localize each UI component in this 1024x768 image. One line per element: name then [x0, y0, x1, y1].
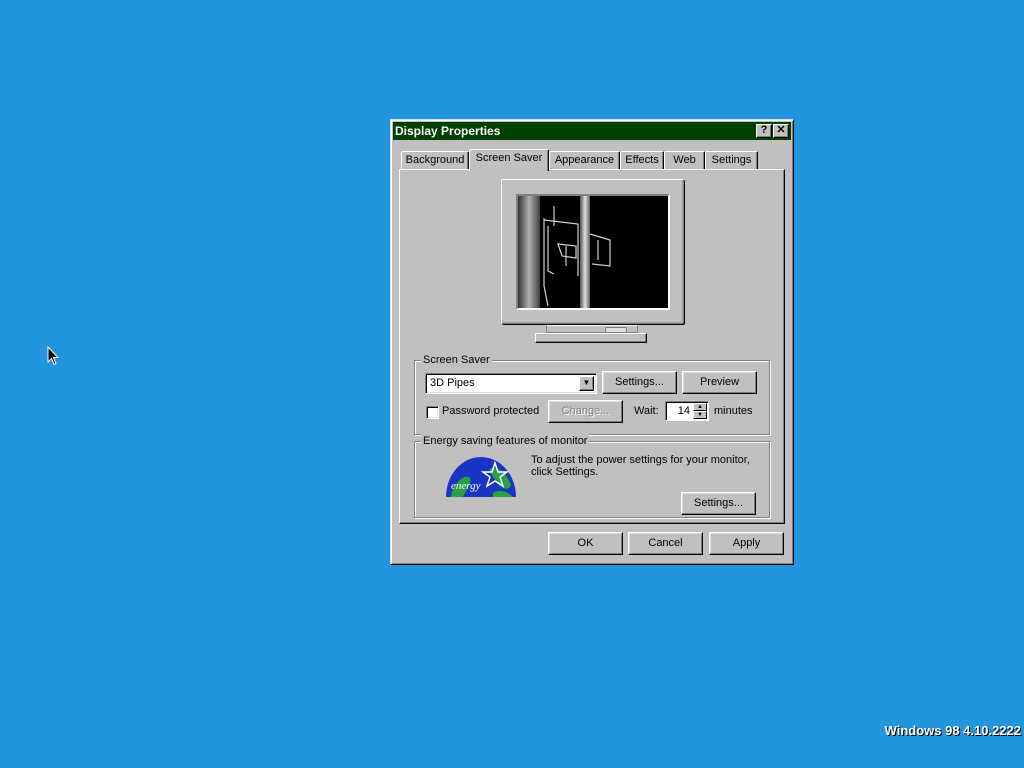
password-protected-label[interactable]: Password protected [442, 405, 539, 417]
change-password-button: Change... [548, 400, 623, 423]
screensaver-select[interactable]: 3D Pipes ▼ [425, 373, 597, 394]
ok-button[interactable]: OK [548, 532, 623, 555]
preview-button[interactable]: Preview [682, 371, 757, 394]
screensaver-preview-screen [516, 194, 670, 310]
tab-effects[interactable]: Effects [620, 151, 664, 169]
screen-saver-panel: Screen Saver 3D Pipes ▼ Settings... Prev… [399, 169, 785, 524]
energy-star-logo: energy [445, 455, 517, 497]
pipes-preview-image [518, 196, 611, 308]
wait-label: Wait: [634, 405, 659, 417]
close-button[interactable]: ✕ [773, 124, 789, 138]
screen-saver-group: Screen Saver 3D Pipes ▼ Settings... Prev… [414, 353, 770, 435]
tab-screen-saver[interactable]: Screen Saver [469, 149, 549, 171]
energy-logo-text: energy [451, 480, 481, 492]
display-properties-window: Display Properties ? ✕ Background Screen… [390, 119, 794, 565]
tab-web[interactable]: Web [664, 151, 705, 169]
screensaver-settings-button[interactable]: Settings... [602, 371, 677, 394]
energy-settings-button[interactable]: Settings... [681, 492, 756, 515]
help-icon: ? [760, 124, 768, 136]
monitor-base [535, 333, 647, 343]
window-title: Display Properties [395, 124, 501, 138]
os-version-watermark: Windows 98 4.10.2222 [884, 723, 1021, 738]
cancel-button[interactable]: Cancel [628, 532, 703, 555]
energy-group: Energy saving features of monitor energy… [414, 434, 770, 518]
title-bar[interactable]: Display Properties ? ✕ [393, 122, 791, 140]
tab-appearance[interactable]: Appearance [549, 151, 620, 169]
energy-description: To adjust the power settings for your mo… [531, 454, 750, 478]
monitor-preview [501, 179, 684, 324]
tab-settings[interactable]: Settings [705, 151, 758, 169]
wait-minutes-value: 14 [677, 405, 690, 417]
spinner-buttons: ▲ ▼ [693, 403, 707, 419]
apply-button[interactable]: Apply [709, 532, 784, 555]
close-icon: ✕ [776, 124, 786, 136]
screensaver-selected-value: 3D Pipes [430, 377, 475, 389]
password-protected-checkbox[interactable] [426, 406, 439, 419]
help-button[interactable]: ? [756, 124, 772, 138]
minutes-label: minutes [714, 405, 753, 417]
spin-up-icon[interactable]: ▲ [693, 403, 707, 411]
screen-saver-group-label: Screen Saver [421, 353, 492, 367]
mouse-pointer-icon [47, 345, 61, 366]
energy-group-label: Energy saving features of monitor [421, 434, 590, 448]
spin-down-icon[interactable]: ▼ [693, 411, 707, 419]
tab-background[interactable]: Background [401, 151, 469, 169]
chevron-down-icon[interactable]: ▼ [579, 376, 594, 391]
wait-minutes-spinner[interactable]: 14 ▲ ▼ [665, 401, 709, 421]
